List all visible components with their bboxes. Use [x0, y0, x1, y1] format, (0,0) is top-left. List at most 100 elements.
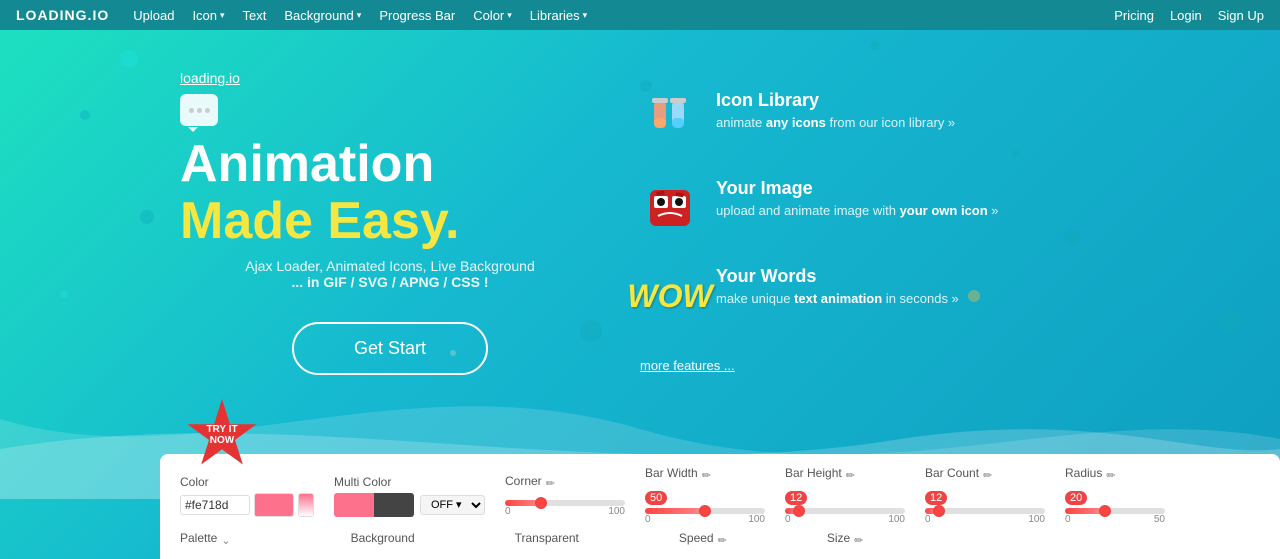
- palette-label-row: Palette ⌄: [180, 531, 231, 549]
- multi-color-field: Multi Color OFF ▾ ON: [334, 475, 485, 517]
- bar-height-edit-icon[interactable]: ✏: [846, 469, 855, 482]
- feature-your-image-text: Your Image upload and animate image with…: [716, 178, 999, 218]
- corner-slider-labels: 0 100: [505, 506, 625, 517]
- color-field: Color: [180, 475, 314, 517]
- nav-item-upload[interactable]: Upload: [133, 8, 174, 23]
- your-image-icon: [640, 178, 700, 238]
- get-start-button[interactable]: Get Start: [292, 322, 488, 375]
- multi-swatch-1: [334, 493, 374, 517]
- color-swatch[interactable]: [254, 493, 294, 517]
- feature-your-words-text: Your Words make unique text animation in…: [716, 266, 959, 306]
- radius-edit-icon[interactable]: ✏: [1106, 469, 1115, 482]
- bar-width-label-row: Bar Width ✏: [645, 466, 765, 484]
- deco-dot: [60, 290, 68, 298]
- your-words-icon: WOW: [640, 266, 700, 326]
- bar-count-edit-icon[interactable]: ✏: [983, 469, 992, 482]
- speed-label-row: Speed ✏: [679, 531, 727, 549]
- bar-count-label-row: Bar Count ✏: [925, 466, 1045, 484]
- hero-title: Animation Made Easy.: [180, 136, 600, 250]
- radius-value: 20: [1065, 491, 1087, 505]
- bar-height-value: 12: [785, 491, 807, 505]
- bar-width-thumb[interactable]: [699, 505, 711, 517]
- deco-dot: [80, 110, 90, 120]
- panel-row1: Color Multi Color OFF ▾ ON: [180, 466, 1260, 525]
- bottom-panel: Color Multi Color OFF ▾ ON: [160, 454, 1280, 559]
- corner-slider-track: [505, 500, 625, 506]
- bar-count-slider-track: [925, 508, 1045, 514]
- bar-height-thumb[interactable]: [793, 505, 805, 517]
- corner-label: Corner: [505, 474, 542, 488]
- nav-signup[interactable]: Sign Up: [1218, 8, 1264, 23]
- bar-count-slider-wrap: 12 0 100: [925, 484, 1045, 525]
- bar-count-value: 12: [925, 491, 947, 505]
- chevron-down-icon: ▾: [507, 10, 512, 21]
- bar-width-slider-track: [645, 508, 765, 514]
- nav-item-background[interactable]: Background ▾: [284, 8, 361, 23]
- deco-dot: [1218, 310, 1240, 332]
- nav-right: Pricing Login Sign Up: [1114, 8, 1264, 23]
- chat-dots: [189, 108, 210, 113]
- background-label-row: Background: [351, 531, 415, 549]
- deco-dot: [140, 210, 154, 224]
- chevron-down-icon: ▾: [357, 10, 362, 21]
- alpha-bar[interactable]: [298, 493, 314, 517]
- radius-labels: 0 50: [1065, 514, 1165, 525]
- radius-slider-wrap: 20 0 50: [1065, 484, 1165, 525]
- hero-right-features: Icon Library animate any icons from our …: [640, 90, 1140, 375]
- nav-logo[interactable]: LOADING.IO: [16, 7, 109, 23]
- nav-item-color[interactable]: Color ▾: [473, 8, 512, 23]
- chat-icon: [180, 94, 218, 126]
- color-input-row: [180, 493, 314, 517]
- corner-slider-wrap: 0 100: [505, 492, 625, 517]
- nav-item-progress-bar[interactable]: Progress Bar: [379, 8, 455, 23]
- bar-height-label-row: Bar Height ✏: [785, 466, 905, 484]
- palette-field: Palette ⌄: [180, 531, 231, 549]
- chat-dot: [189, 108, 194, 113]
- bar-count-thumb[interactable]: [933, 505, 945, 517]
- feature-your-words: WOW Your Words make unique text animatio…: [640, 266, 1140, 326]
- wow-text: WOW: [627, 278, 712, 315]
- multi-color-label: Multi Color: [334, 475, 485, 489]
- nav-pricing[interactable]: Pricing: [1114, 8, 1154, 23]
- speed-label: Speed: [679, 531, 714, 545]
- deco-dot: [120, 50, 138, 68]
- multi-swatch-2: [374, 493, 414, 517]
- nav-login[interactable]: Login: [1170, 8, 1202, 23]
- palette-label: Palette: [180, 531, 217, 545]
- bar-width-slider-wrap: 50 0 100: [645, 484, 765, 525]
- bar-height-slider-wrap: 12 0 100: [785, 484, 905, 525]
- radius-thumb[interactable]: [1099, 505, 1111, 517]
- transparent-label-row: Transparent: [515, 531, 579, 549]
- bar-height-label: Bar Height: [785, 466, 842, 480]
- transparent-field: Transparent: [515, 531, 579, 549]
- hero-left-content: loading.io Animation Made Easy. Ajax Loa…: [180, 70, 600, 375]
- color-label: Color: [180, 475, 314, 489]
- radius-label-row: Radius ✏: [1065, 466, 1165, 484]
- corner-edit-icon[interactable]: ✏: [546, 477, 555, 490]
- speed-field: Speed ✏: [679, 531, 727, 549]
- navbar: LOADING.IO Upload Icon ▾ Text Background…: [0, 0, 1280, 30]
- corner-field: Corner ✏ 0 100: [505, 474, 625, 517]
- multi-color-dropdown[interactable]: OFF ▾ ON: [420, 495, 485, 515]
- speed-edit-icon[interactable]: ✏: [718, 534, 727, 547]
- nav-item-libraries[interactable]: Libraries ▾: [530, 8, 587, 23]
- size-label: Size: [827, 531, 850, 545]
- hero-section: loading.io Animation Made Easy. Ajax Loa…: [0, 30, 1280, 559]
- panel-row2: Palette ⌄ Background Transparent Speed: [180, 531, 1260, 549]
- size-edit-icon[interactable]: ✏: [854, 534, 863, 547]
- nav-item-icon[interactable]: Icon ▾: [192, 8, 224, 23]
- corner-slider-thumb[interactable]: [535, 497, 547, 509]
- nav-item-text[interactable]: Text: [243, 8, 267, 23]
- more-features-link[interactable]: more features ...: [640, 358, 735, 373]
- color-text-input[interactable]: [180, 495, 250, 515]
- bar-width-label: Bar Width: [645, 466, 698, 480]
- multi-color-row: OFF ▾ ON: [334, 493, 485, 517]
- radius-label: Radius: [1065, 466, 1102, 480]
- chat-dot: [205, 108, 210, 113]
- bar-height-field: Bar Height ✏ 12 0 100: [785, 466, 905, 525]
- radius-slider-track: [1065, 508, 1165, 514]
- hero-site-link[interactable]: loading.io: [180, 70, 600, 86]
- radius-field: Radius ✏ 20 0 50: [1065, 466, 1165, 525]
- palette-expand-icon[interactable]: ⌄: [221, 534, 230, 547]
- bar-width-edit-icon[interactable]: ✏: [702, 469, 711, 482]
